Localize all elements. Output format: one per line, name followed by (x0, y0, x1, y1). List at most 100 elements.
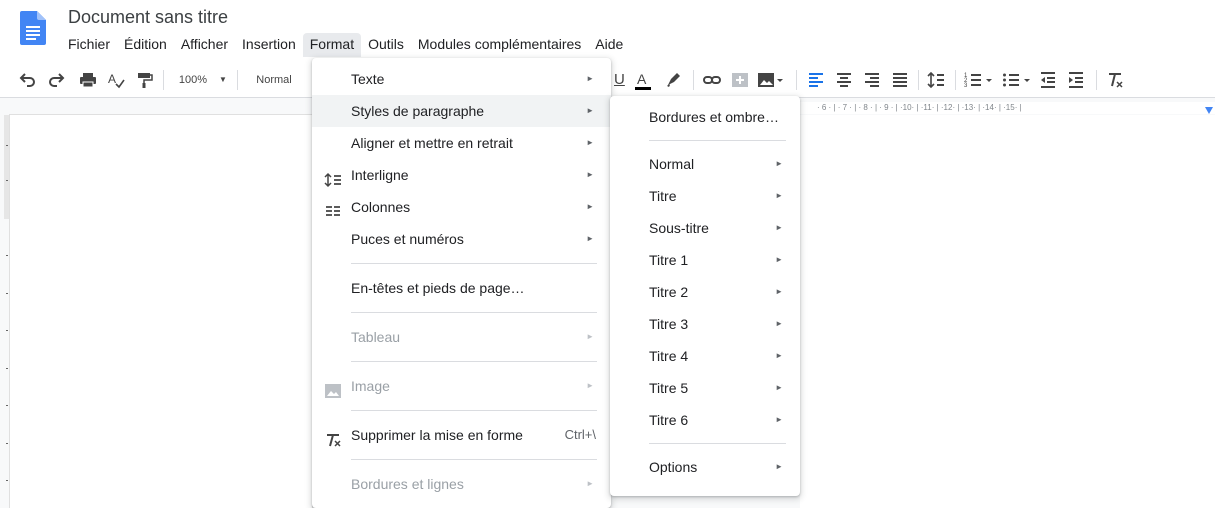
menu-modules[interactable]: Modules complémentaires (411, 33, 588, 57)
columns-icon (324, 199, 342, 216)
submenu-item-sous-titre[interactable]: Sous-titre ► (610, 212, 800, 244)
menu-fichier[interactable]: Fichier (61, 33, 117, 57)
submenu-arrow-icon: ► (586, 170, 594, 179)
submenu-arrow-icon: ► (586, 381, 594, 390)
submenu-arrow-icon: ► (775, 319, 783, 328)
submenu-item-titre-3[interactable]: Titre 3 ► (610, 308, 800, 340)
print-icon[interactable] (79, 70, 97, 90)
menu-divider (649, 140, 786, 141)
clear-formatting-icon[interactable] (1106, 70, 1124, 90)
justify-icon[interactable] (891, 70, 909, 90)
line-spacing-icon[interactable] (927, 70, 945, 90)
submenu-item-titre-6[interactable]: Titre 6 ► (610, 404, 800, 436)
ruler-tick (6, 255, 8, 256)
menu-item-interligne[interactable]: Interligne ► (312, 159, 611, 191)
ruler-tick (6, 443, 8, 444)
menu-aide[interactable]: Aide (588, 33, 630, 57)
numbered-list-icon[interactable]: 123 (964, 70, 994, 90)
menu-item-label: Bordures et lignes (351, 476, 464, 492)
menu-item-label: Styles de paragraphe (351, 103, 485, 119)
align-center-icon[interactable] (835, 70, 853, 90)
redo-icon[interactable] (47, 70, 65, 90)
submenu-item-normal[interactable]: Normal ► (610, 148, 800, 180)
submenu-item-titre-2[interactable]: Titre 2 ► (610, 276, 800, 308)
menu-item-texte[interactable]: Texte ► (312, 63, 611, 95)
menu-insertion[interactable]: Insertion (235, 33, 303, 57)
menu-item-supprimer-mise-en-forme[interactable]: Supprimer la mise en forme Ctrl+\ (312, 419, 611, 451)
menu-divider (649, 443, 786, 444)
menu-item-bordures-lignes[interactable]: Bordures et lignes ► (312, 468, 611, 500)
menu-item-label: Options (649, 459, 698, 475)
menu-divider (351, 361, 597, 362)
indent-marker-icon[interactable] (1205, 101, 1213, 114)
menu-item-label: Titre 6 (649, 412, 689, 428)
menu-item-tableau[interactable]: Tableau ► (312, 321, 611, 353)
submenu-item-bordures-ombre[interactable]: Bordures et ombre… (610, 101, 800, 133)
style-select[interactable]: Normal (249, 70, 299, 90)
menu-item-aligner[interactable]: Aligner et mettre en retrait ► (312, 127, 611, 159)
submenu-item-titre-4[interactable]: Titre 4 ► (610, 340, 800, 372)
submenu-item-titre[interactable]: Titre ► (610, 180, 800, 212)
image-icon (324, 378, 342, 398)
menu-item-label: Normal (649, 156, 695, 172)
document-page[interactable] (10, 115, 312, 508)
menu-item-colonnes[interactable]: Colonnes ► (312, 191, 611, 223)
menu-item-styles-paragraphe[interactable]: Styles de paragraphe ► (312, 95, 611, 127)
menu-item-label: Interligne (351, 167, 409, 183)
menu-outils[interactable]: Outils (361, 33, 411, 57)
svg-text:A: A (637, 71, 647, 87)
menu-item-label: Titre (649, 188, 677, 204)
link-icon[interactable] (702, 70, 722, 90)
menu-item-label: Titre 3 (649, 316, 689, 332)
submenu-arrow-icon: ► (775, 351, 783, 360)
align-left-icon[interactable] (807, 70, 825, 90)
menu-divider (351, 263, 597, 264)
menu-item-puces[interactable]: Puces et numéros ► (312, 223, 611, 255)
menu-item-label: Sous-titre (649, 220, 709, 236)
menu-item-label: Titre 5 (649, 380, 689, 396)
submenu-arrow-icon: ► (775, 383, 783, 392)
zoom-select[interactable]: 100% (175, 70, 211, 90)
submenu-item-titre-1[interactable]: Titre 1 ► (610, 244, 800, 276)
align-right-icon[interactable] (863, 70, 881, 90)
menu-item-label: Aligner et mettre en retrait (351, 135, 513, 151)
ruler-tick (6, 368, 8, 369)
menu-item-image[interactable]: Image ► (312, 370, 611, 402)
toolbar-divider (237, 70, 238, 90)
menu-item-label: Colonnes (351, 199, 411, 215)
submenu-item-titre-5[interactable]: Titre 5 ► (610, 372, 800, 404)
ruler-tick (6, 145, 8, 146)
menu-item-label: Titre 4 (649, 348, 689, 364)
bulleted-list-icon[interactable] (1002, 70, 1032, 90)
menu-item-entetes[interactable]: En-têtes et pieds de page… (312, 272, 611, 304)
undo-icon[interactable] (19, 70, 37, 90)
menu-format[interactable]: Format (302, 33, 362, 57)
highlight-icon[interactable] (664, 70, 682, 90)
paint-format-icon[interactable] (135, 70, 153, 90)
submenu-arrow-icon: ► (586, 234, 594, 243)
google-docs-icon[interactable] (20, 11, 46, 45)
chevron-down-icon[interactable]: ▼ (217, 70, 229, 90)
submenu-arrow-icon: ► (586, 138, 594, 147)
document-title[interactable]: Document sans titre (68, 7, 228, 28)
menu-afficher[interactable]: Afficher (174, 33, 235, 57)
document-page-right[interactable] (800, 115, 1215, 508)
comment-icon[interactable] (731, 70, 749, 90)
image-icon[interactable] (757, 70, 785, 90)
submenu-arrow-icon: ► (775, 159, 783, 168)
submenu-arrow-icon: ► (775, 415, 783, 424)
spellcheck-icon[interactable]: A (107, 70, 125, 90)
text-color-icon[interactable]: A (634, 70, 652, 90)
decrease-indent-icon[interactable] (1039, 70, 1057, 90)
menu-edition[interactable]: Édition (117, 33, 174, 57)
underline-icon[interactable]: U (614, 70, 625, 90)
menu-divider (351, 312, 597, 313)
menu-divider (351, 410, 597, 411)
shortcut-label: Ctrl+\ (564, 427, 596, 442)
menu-item-label: Puces et numéros (351, 231, 464, 247)
toolbar-divider (918, 70, 919, 90)
increase-indent-icon[interactable] (1067, 70, 1085, 90)
submenu-item-options[interactable]: Options ► (610, 451, 800, 483)
paragraph-styles-submenu: Bordures et ombre… Normal ► Titre ► Sous… (610, 96, 800, 496)
submenu-arrow-icon: ► (586, 202, 594, 211)
